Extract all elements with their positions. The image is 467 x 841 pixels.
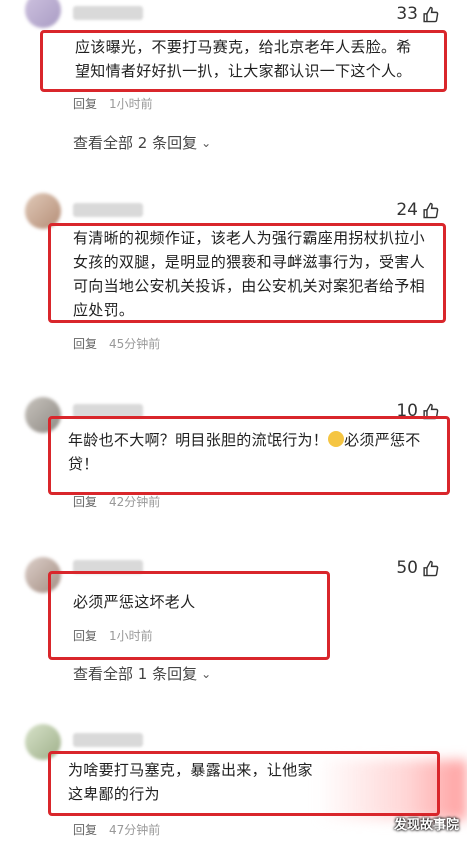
- comment-text-part1: 年龄也不大啊？明目张胆的流氓行为！: [68, 431, 329, 449]
- smirk-emoji-icon: [328, 431, 345, 447]
- username[interactable]: [73, 733, 143, 747]
- thumbs-up-icon: [423, 6, 439, 22]
- timestamp: 47分钟前: [109, 823, 161, 837]
- reply-button[interactable]: 回复: [73, 627, 97, 644]
- reply-button[interactable]: 回复: [73, 95, 97, 112]
- comment-meta: 回复 1小时前: [73, 627, 153, 644]
- like-count: 50: [396, 558, 418, 578]
- chevron-down-icon: ⌄: [201, 135, 212, 150]
- username[interactable]: [73, 203, 143, 217]
- like-button[interactable]: 24: [396, 200, 439, 220]
- thumbs-up-icon: [423, 202, 439, 218]
- timestamp: 42分钟前: [109, 495, 161, 509]
- like-button[interactable]: 50: [396, 558, 439, 578]
- comment-text: 必须严惩这坏老人: [73, 593, 196, 611]
- like-count: 24: [396, 200, 418, 220]
- highlight-box: [48, 571, 330, 660]
- reply-button[interactable]: 回复: [73, 493, 97, 510]
- comment-meta: 回复 47分钟前: [73, 821, 160, 838]
- view-all-label: 查看全部 2 条回复: [73, 134, 198, 152]
- like-count: 33: [396, 4, 418, 24]
- timestamp: 1小时前: [109, 629, 153, 643]
- comment-text: 年龄也不大啊？明目张胆的流氓行为！ 必须严惩不贷！: [68, 428, 440, 476]
- avatar[interactable]: [25, 0, 61, 28]
- watermark: 发现故事院: [393, 818, 459, 833]
- chevron-down-icon: ⌄: [201, 666, 212, 681]
- comment-text: 应该曝光，不要打马赛克，给北京老年人丢脸。希望知情者好好扒一扒，让大家都认识一下…: [75, 38, 412, 80]
- comment-meta: 回复 42分钟前: [73, 493, 160, 510]
- like-button[interactable]: 33: [396, 4, 439, 24]
- timestamp: 45分钟前: [109, 337, 161, 351]
- thumbs-up-icon: [423, 560, 439, 576]
- view-all-label: 查看全部 1 条回复: [73, 665, 198, 683]
- comment-text: 有清晰的视频作证，该老人为强行霸座用拐杖扒拉小女孩的双腿，是明显的猥亵和寻衅滋事…: [73, 229, 425, 319]
- comment-text: 为啥要打马塞克，暴露出来，让他家这卑鄙的行为: [68, 761, 313, 803]
- view-all-replies-button[interactable]: 查看全部 2 条回复 ⌄: [73, 132, 211, 153]
- reply-button[interactable]: 回复: [73, 335, 97, 352]
- reply-button[interactable]: 回复: [73, 821, 97, 838]
- timestamp: 1小时前: [109, 97, 153, 111]
- view-all-replies-button[interactable]: 查看全部 1 条回复 ⌄: [73, 663, 211, 684]
- comment-meta: 回复 45分钟前: [73, 335, 160, 352]
- username[interactable]: [73, 6, 143, 20]
- comment-meta: 回复 1小时前: [73, 95, 153, 112]
